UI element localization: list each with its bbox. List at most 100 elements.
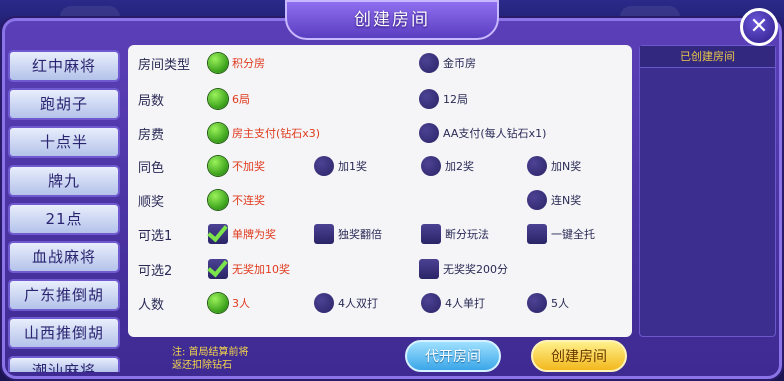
option-row-label: 人数 xyxy=(138,298,165,313)
option-label: 6局 xyxy=(232,93,250,106)
radio-icon[interactable] xyxy=(527,156,547,176)
option-radio[interactable]: 房主支付(钻石x3) xyxy=(208,122,320,144)
radio-icon[interactable] xyxy=(314,156,334,176)
option-radio[interactable]: 4人双打 xyxy=(314,292,378,314)
radio-icon[interactable] xyxy=(421,156,441,176)
option-label: 加N奖 xyxy=(551,160,582,173)
sidebar-item-6[interactable]: 广东推倒胡 xyxy=(8,279,120,312)
option-label: 单牌为奖 xyxy=(232,228,276,241)
option-check[interactable]: 一键全托 xyxy=(527,223,595,245)
option-row: 房费 房主支付(钻石x3) AA支付(每人钻石x1) xyxy=(128,120,632,144)
option-label: 不连奖 xyxy=(232,194,265,207)
option-check[interactable]: 独奖翻倍 xyxy=(314,223,382,245)
create-room-button[interactable]: 创建房间 xyxy=(531,340,627,372)
checkbox-icon[interactable] xyxy=(314,224,334,244)
radio-selected-icon[interactable] xyxy=(208,123,228,143)
option-check[interactable]: 无奖加10奖 xyxy=(208,258,290,280)
sidebar-item-5[interactable]: 血战麻将 xyxy=(8,240,120,273)
refund-note: 注: 首局结算前将 返还扣除钻石 xyxy=(172,346,282,372)
option-label: 不加奖 xyxy=(232,160,265,173)
option-row-label: 可选1 xyxy=(138,229,173,244)
option-label: AA支付(每人钻石x1) xyxy=(443,127,547,140)
option-row: 可选1 单牌为奖 独奖翻倍 断分玩法 一键全托 xyxy=(128,221,632,245)
sidebar-item-4[interactable]: 21点 xyxy=(8,202,120,235)
option-row: 可选2 无奖加10奖 无奖奖200分 xyxy=(128,256,632,280)
created-rooms-panel: 已创建房间 xyxy=(639,45,776,337)
created-rooms-title: 已创建房间 xyxy=(640,46,775,68)
option-label: 金币房 xyxy=(443,57,476,70)
option-label: 积分房 xyxy=(232,57,265,70)
option-check[interactable]: 单牌为奖 xyxy=(208,223,276,245)
dialog-title: 创建房间 xyxy=(285,0,499,40)
option-label: 12局 xyxy=(443,93,468,106)
option-label: 3人 xyxy=(232,297,250,310)
option-label: 加2奖 xyxy=(445,160,474,173)
option-radio[interactable]: 6局 xyxy=(208,88,250,110)
option-label: 无奖加10奖 xyxy=(232,263,290,276)
radio-icon[interactable] xyxy=(527,293,547,313)
option-radio[interactable]: 金币房 xyxy=(419,52,476,74)
option-label: 无奖奖200分 xyxy=(443,263,508,276)
option-label: 房主支付(钻石x3) xyxy=(232,127,321,140)
option-radio[interactable]: 积分房 xyxy=(208,52,265,74)
option-row-label: 顺奖 xyxy=(138,195,165,210)
option-row-label: 局数 xyxy=(138,94,165,109)
option-radio[interactable]: 加N奖 xyxy=(527,155,581,177)
option-radio[interactable]: AA支付(每人钻石x1) xyxy=(419,122,546,144)
option-row-label: 房费 xyxy=(138,128,165,143)
option-row: 同色 不加奖 加1奖 加2奖 加N奖 xyxy=(128,153,632,177)
option-label: 加1奖 xyxy=(338,160,367,173)
radio-selected-icon[interactable] xyxy=(208,156,228,176)
option-label: 一键全托 xyxy=(551,228,595,241)
option-radio[interactable]: 4人单打 xyxy=(421,292,485,314)
option-label: 断分玩法 xyxy=(445,228,489,241)
option-label: 5人 xyxy=(551,297,569,310)
checkbox-icon[interactable] xyxy=(419,259,439,279)
radio-icon[interactable] xyxy=(419,53,439,73)
refund-note-line2: 返还扣除钻石 xyxy=(172,360,232,371)
close-button[interactable]: ✕ xyxy=(740,8,778,46)
radio-selected-icon[interactable] xyxy=(208,89,228,109)
sidebar-item-0[interactable]: 红中麻将 xyxy=(8,50,120,82)
sidebar-item-8[interactable]: 潮汕麻将 xyxy=(8,355,120,372)
radio-selected-icon[interactable] xyxy=(208,190,228,210)
sidebar-item-3[interactable]: 牌九 xyxy=(8,164,120,197)
option-radio[interactable]: 不加奖 xyxy=(208,155,265,177)
radio-selected-icon[interactable] xyxy=(208,293,228,313)
option-radio[interactable]: 3人 xyxy=(208,292,250,314)
option-radio[interactable]: 加2奖 xyxy=(421,155,474,177)
option-row-label: 可选2 xyxy=(138,264,173,279)
refund-note-line1: 注: 首局结算前将 xyxy=(172,347,249,358)
radio-selected-icon[interactable] xyxy=(208,53,228,73)
option-radio[interactable]: 加1奖 xyxy=(314,155,367,177)
radio-icon[interactable] xyxy=(419,123,439,143)
option-row: 房间类型 积分房 金币房 xyxy=(128,50,632,74)
radio-icon[interactable] xyxy=(314,293,334,313)
option-row-label: 房间类型 xyxy=(138,58,191,73)
checkbox-checked-icon[interactable] xyxy=(208,259,228,279)
option-label: 4人单打 xyxy=(445,297,485,310)
option-check[interactable]: 断分玩法 xyxy=(421,223,489,245)
close-icon: ✕ xyxy=(749,14,769,39)
sidebar-item-7[interactable]: 山西推倒胡 xyxy=(8,317,120,350)
option-radio[interactable]: 不连奖 xyxy=(208,189,265,211)
option-label: 连N奖 xyxy=(551,194,582,207)
sidebar-item-2[interactable]: 十点半 xyxy=(8,126,120,159)
option-label: 4人双打 xyxy=(338,297,378,310)
checkbox-icon[interactable] xyxy=(421,224,441,244)
option-radio[interactable]: 5人 xyxy=(527,292,569,314)
option-radio[interactable]: 连N奖 xyxy=(527,189,581,211)
radio-icon[interactable] xyxy=(421,293,441,313)
radio-icon[interactable] xyxy=(527,190,547,210)
checkbox-icon[interactable] xyxy=(527,224,547,244)
option-row: 人数 3人 4人双打 4人单打 5人 xyxy=(128,290,632,314)
sidebar-item-1[interactable]: 跑胡子 xyxy=(8,88,120,121)
radio-icon[interactable] xyxy=(419,89,439,109)
option-radio[interactable]: 12局 xyxy=(419,88,468,110)
proxy-create-room-button[interactable]: 代开房间 xyxy=(405,340,501,372)
option-row: 局数 6局 12局 xyxy=(128,86,632,110)
game-type-sidebar: 红中麻将跑胡子十点半牌九 21点血战麻将广东推倒胡山西推倒胡潮汕麻将 xyxy=(8,50,122,378)
checkbox-checked-icon[interactable] xyxy=(208,224,228,244)
option-check[interactable]: 无奖奖200分 xyxy=(419,258,508,280)
room-options-panel: 房间类型 积分房 金币房局数 6局 12局房费 房主支付(钻石x3) AA支付(每人钻石x1… xyxy=(128,45,632,337)
